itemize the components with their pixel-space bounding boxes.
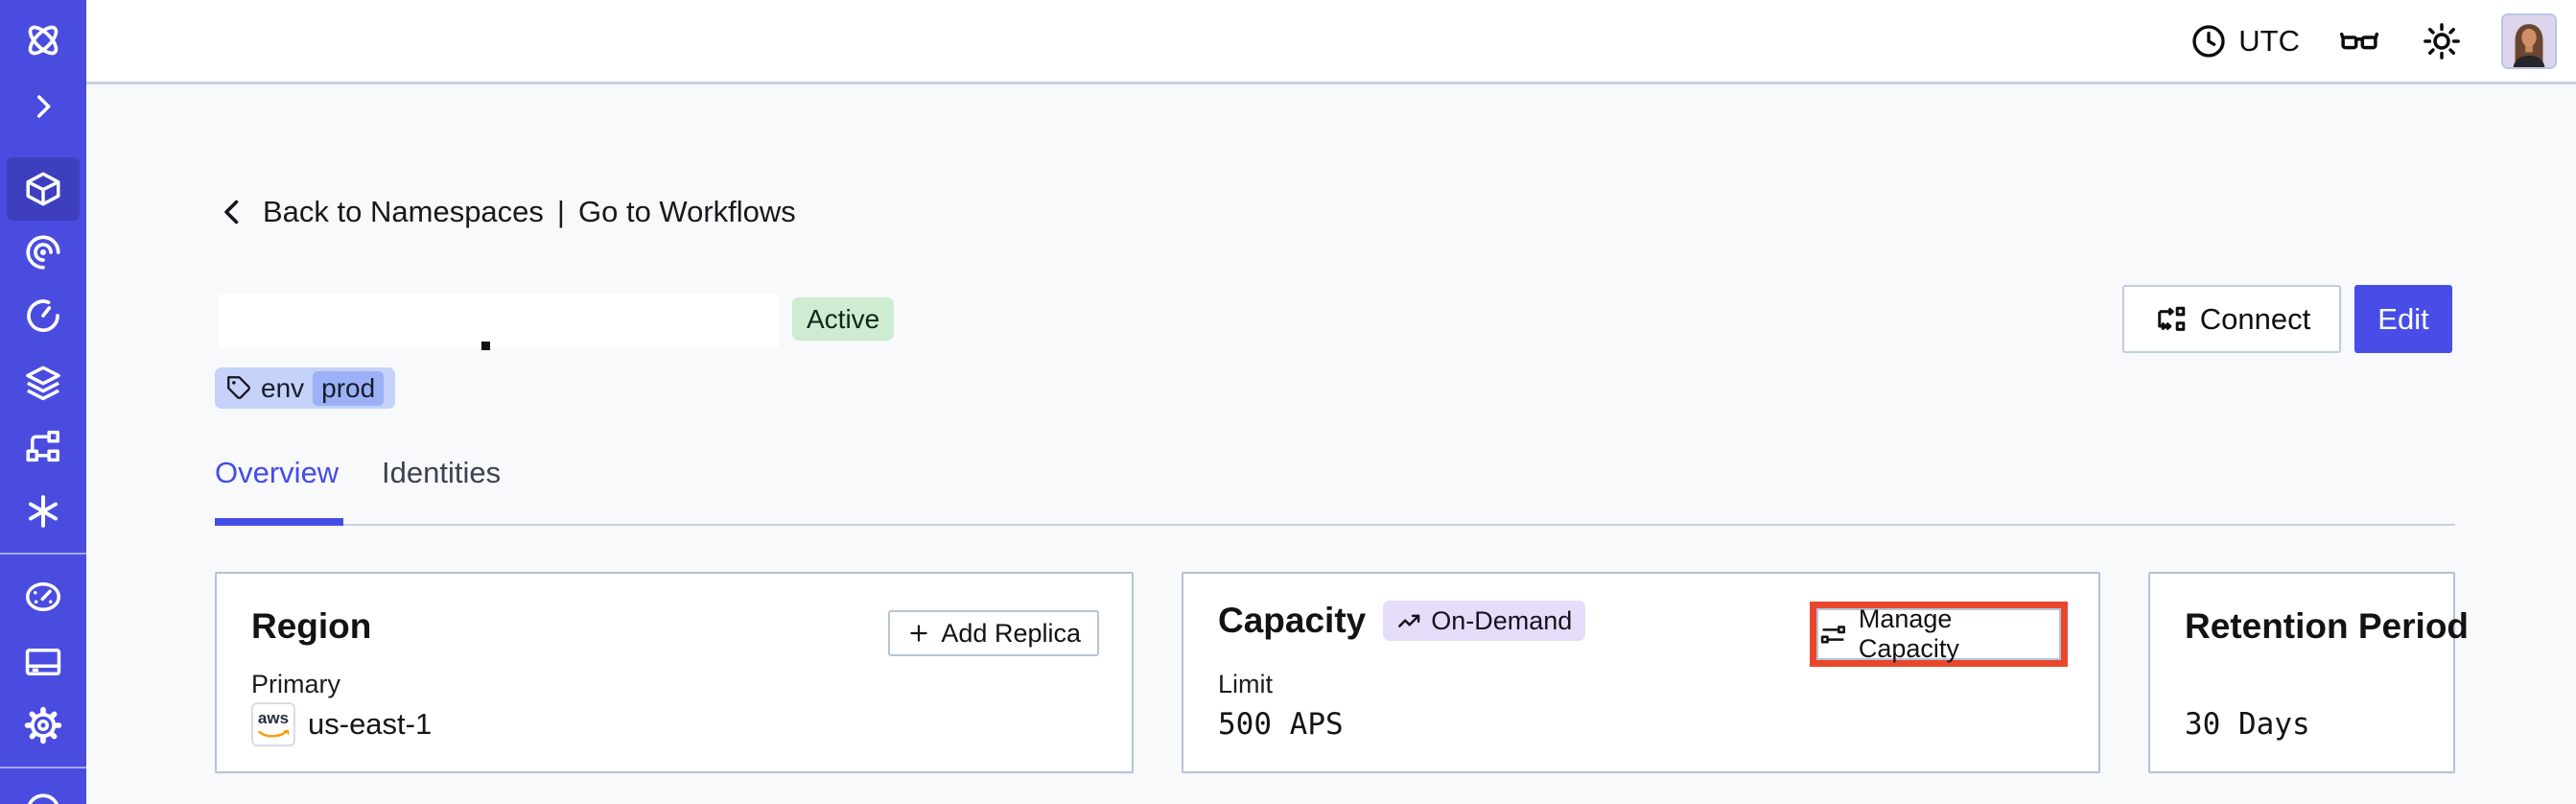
aws-logo-text: aws — [257, 709, 290, 727]
region-value-row: aws us-east-1 — [251, 700, 432, 748]
avatar[interactable] — [2501, 12, 2557, 69]
credit-card-icon — [25, 649, 61, 675]
region-card-title: Region — [251, 606, 372, 646]
trending-up-icon — [1398, 614, 1420, 627]
breadcrumb-separator: | — [556, 195, 565, 228]
timezone-label: UTC — [2238, 23, 2300, 58]
sidebar-item-logo[interactable] — [22, 19, 64, 61]
plus-icon — [910, 625, 928, 642]
help-circle-icon — [27, 793, 59, 804]
tab-identities[interactable]: Identities — [382, 456, 501, 490]
temporal-logo-icon — [28, 25, 59, 56]
retention-value-row: 30 Days — [2185, 700, 2310, 748]
avatar-image — [2503, 14, 2555, 67]
connect-button[interactable]: Connect — [2122, 285, 2341, 353]
sidebar-item-deployments[interactable] — [22, 362, 64, 404]
sidebar-item-workflows[interactable] — [22, 231, 64, 273]
manage-capacity-button[interactable]: Manage Capacity — [1816, 604, 2061, 663]
retention-card-title: Retention Period — [2185, 606, 2470, 646]
breadcrumb: Back to Namespaces | Go to Workflows — [215, 195, 796, 229]
retention-card: Retention Period 30 Days — [2148, 572, 2469, 773]
capacity-value-row: 500 APS — [1218, 700, 1344, 748]
on-demand-badge: On-Demand — [1383, 601, 1586, 641]
tab-overview[interactable]: Overview — [215, 456, 339, 490]
sliders-icon — [1820, 625, 1846, 644]
batch-branch-icon — [26, 430, 59, 462]
chevron-left-icon — [224, 200, 239, 225]
aws-provider-badge: aws — [251, 702, 295, 746]
tag-icon — [227, 376, 250, 399]
back-to-namespaces-link[interactable]: Back to Namespaces — [263, 195, 544, 229]
active-tab-underline — [215, 518, 343, 526]
redaction-artifact — [481, 342, 490, 350]
gear-icon — [24, 706, 62, 745]
sidebar-item-help[interactable] — [22, 790, 64, 804]
connect-icon — [2158, 306, 2186, 331]
on-demand-label: On-Demand — [1431, 605, 1573, 635]
region-value: us-east-1 — [308, 707, 433, 741]
edit-button[interactable]: Edit — [2354, 285, 2452, 353]
sidebar — [0, 0, 86, 804]
namespace-tag: env prod — [215, 367, 396, 409]
sidebar-item-settings[interactable] — [22, 704, 64, 746]
capacity-card-title: Capacity — [1218, 601, 1367, 640]
app-window: UTC Back to Namespaces | Go to Workflows… — [0, 0, 2576, 804]
clock-icon — [2192, 24, 2225, 58]
usage-gauge-icon — [25, 581, 61, 612]
sidebar-item-nexus[interactable] — [22, 490, 64, 532]
sidebar-divider — [0, 553, 86, 555]
sidebar-item-billing[interactable] — [22, 641, 64, 683]
aws-smile-icon — [258, 730, 290, 738]
add-replica-button[interactable]: Add Replica — [888, 610, 1099, 656]
sidebar-item-schedules[interactable] — [22, 295, 64, 337]
topbar: UTC — [86, 0, 2576, 84]
status-badge: Active — [792, 297, 895, 341]
sidebar-item-batch-operations[interactable] — [22, 425, 64, 467]
capacity-card-header: Capacity On-Demand — [1218, 601, 1586, 641]
glasses-icon — [2339, 32, 2379, 49]
chevron-right-icon — [36, 95, 51, 118]
timezone-selector[interactable]: UTC — [2190, 22, 2300, 60]
schedules-clock-icon — [27, 299, 59, 332]
tag-value-chip: prod — [313, 370, 385, 406]
theme-toggle[interactable] — [2419, 18, 2465, 64]
capacity-card: Capacity On-Demand Manage Capacity Limit… — [1182, 572, 2100, 773]
region-card: Region Add Replica Primary aws us-east-1 — [215, 572, 1134, 773]
go-to-workflows-link[interactable]: Go to Workflows — [578, 195, 796, 229]
add-replica-label: Add Replica — [941, 618, 1081, 648]
redacted-namespace-title — [219, 294, 779, 348]
sidebar-item-namespaces[interactable] — [22, 168, 64, 210]
sun-icon — [2424, 22, 2460, 59]
limit-label: Limit — [1218, 670, 1274, 698]
connect-button-label: Connect — [2199, 301, 2311, 336]
primary-label: Primary — [251, 670, 340, 698]
capacity-limit-value: 500 APS — [1218, 707, 1344, 742]
workflows-spiral-icon — [26, 235, 60, 270]
tabs-baseline — [215, 524, 2455, 526]
manage-capacity-label: Manage Capacity — [1858, 604, 1959, 663]
namespaces-cube-icon — [26, 172, 60, 206]
layers-icon — [26, 366, 60, 401]
sidebar-divider — [0, 767, 86, 769]
tag-key: env — [261, 372, 305, 403]
labs-toggle[interactable] — [2336, 18, 2382, 64]
sidebar-item-expand[interactable] — [22, 85, 64, 128]
retention-value: 30 Days — [2185, 707, 2310, 742]
sidebar-item-usage[interactable] — [22, 576, 64, 618]
nexus-asterisk-icon — [29, 495, 58, 528]
highlight-box: Manage Capacity — [1810, 602, 2068, 667]
main-content: Back to Namespaces | Go to Workflows Act… — [86, 84, 2576, 804]
